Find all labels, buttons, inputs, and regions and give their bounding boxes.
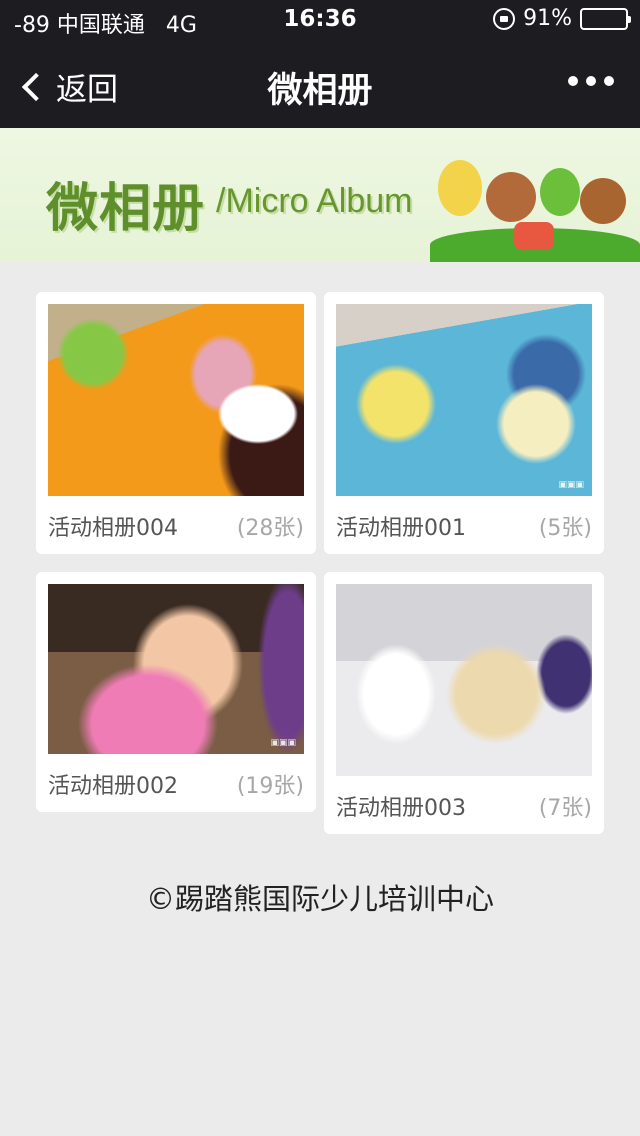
album-cover-image	[48, 304, 304, 496]
battery-percent: 91%	[523, 6, 572, 31]
mascots-illustration	[430, 152, 640, 262]
album-cover-image	[336, 584, 592, 776]
album-photo-count: (7张)	[538, 796, 592, 821]
page-title: 微相册	[267, 71, 373, 111]
album-card[interactable]: ▣▣▣ 活动相册002 (19张)	[36, 572, 316, 812]
status-bar: -89 中国联通 4G 16:36 91%	[0, 0, 640, 40]
status-right: 91%	[493, 6, 631, 31]
more-dot-icon	[568, 76, 578, 86]
rotation-lock-icon	[493, 7, 516, 30]
album-card[interactable]: 活动相册003 (7张)	[324, 572, 604, 834]
navigation-bar: 返回 微相册	[0, 40, 640, 128]
rabbit-mascot	[438, 160, 482, 216]
album-photo-count: (28张)	[236, 516, 304, 541]
more-dot-icon	[586, 76, 596, 86]
cake-shape	[514, 222, 554, 250]
album-name: 活动相册004	[48, 516, 178, 541]
more-dot-icon	[604, 76, 614, 86]
album-name: 活动相册003	[336, 796, 466, 821]
copyright-footer: ©踢踏熊国际少儿培训中心	[145, 882, 494, 916]
frog-mascot	[540, 168, 580, 216]
top-bar: -89 中国联通 4G 16:36 91% 返回 微相册	[0, 0, 640, 128]
more-button[interactable]	[568, 76, 614, 86]
watermark-logo: ▣▣▣	[270, 738, 296, 748]
album-cover-image: ▣▣▣	[48, 584, 304, 754]
banner-subtitle: /Micro Album	[216, 182, 413, 220]
album-name: 活动相册002	[48, 774, 178, 799]
dog-mascot	[486, 172, 536, 222]
album-card[interactable]: ▣▣▣ 活动相册001 (5张)	[324, 292, 604, 554]
album-photo-count: (19张)	[236, 774, 304, 799]
album-banner: 微相册 /Micro Album	[0, 128, 640, 262]
album-photo-count: (5张)	[538, 516, 592, 541]
album-name: 活动相册001	[336, 516, 466, 541]
monkey-mascot	[580, 178, 626, 224]
battery-icon	[580, 7, 631, 30]
album-card[interactable]: 活动相册004 (28张)	[36, 292, 316, 554]
album-cover-image: ▣▣▣	[336, 304, 592, 496]
watermark-logo: ▣▣▣	[558, 480, 584, 490]
banner-title: 微相册	[46, 179, 206, 239]
